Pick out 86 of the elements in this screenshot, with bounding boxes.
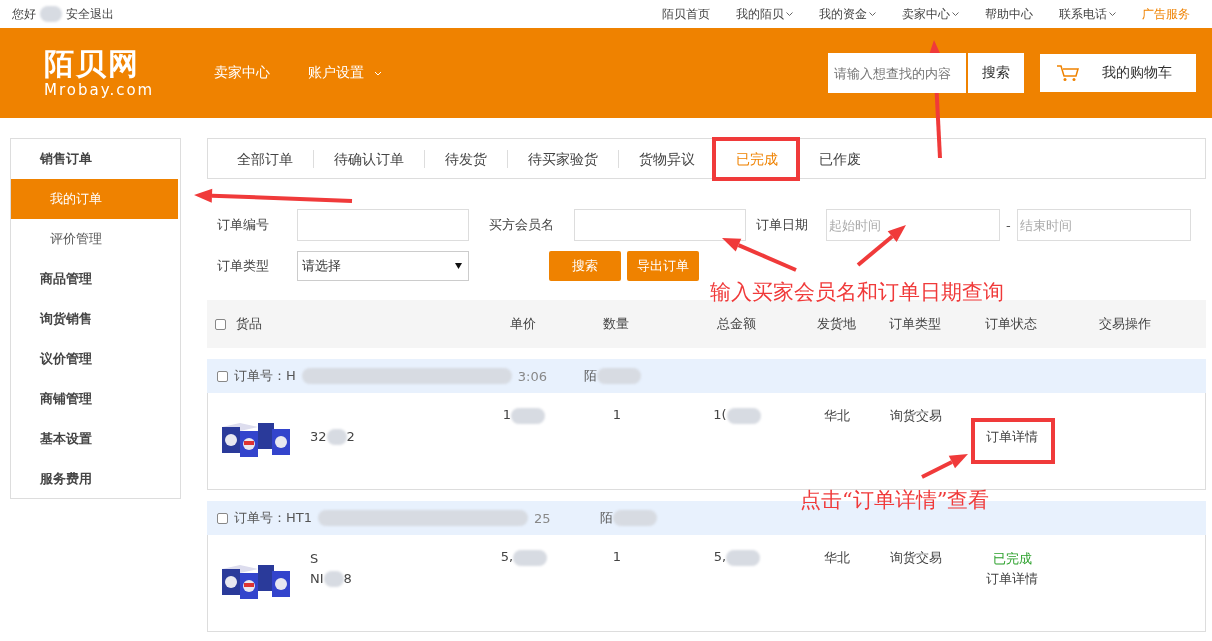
annotation-text: 输入买家会员名和订单日期查询 [710,279,1004,306]
sidebar-item[interactable]: 询货销售 [11,299,180,339]
column-header: 订单状态 [984,315,1038,333]
dropdown-triangle-icon [455,263,462,269]
sidebar-item[interactable]: 销售订单 [11,139,180,179]
order-number: 订单号：HT1 [234,509,312,527]
search-field[interactable]: 请输入想查找的内容 [828,53,966,93]
blurred-patch [326,429,347,445]
blurred-patch [323,571,344,587]
cart-button[interactable]: 我的购物车 [1040,54,1196,92]
date-label: 订单日期 [756,216,809,234]
annotation-text: 点击“订单详情”查看 [800,487,990,514]
unit-price: 1 [502,407,512,422]
checkbox[interactable] [217,512,228,524]
buyer-field[interactable] [574,209,746,241]
tab[interactable]: 待确认订单 [313,149,424,168]
column-header: 总金额 [715,315,757,333]
top-nav-link[interactable]: 我的陌贝 [736,5,793,23]
sidebar-item[interactable]: 基本设置 [11,419,180,459]
sidebar-item[interactable]: 服务费用 [11,459,180,499]
order-time: 3:06 [517,368,548,384]
order-type: 询货交易 [889,549,943,567]
seller-name: 陌 [583,367,597,385]
order-detail-link[interactable]: 订单详情 [986,569,1038,589]
tab[interactable]: 待买家验货 [507,149,618,168]
quantity: 1 [611,407,623,422]
sidebar-item[interactable]: 评价管理 [11,219,180,259]
order-number-label: 订单编号 [217,216,270,234]
column-header: 发货地 [815,315,857,333]
tab[interactable]: 全部订单 [216,149,313,168]
order-type-label: 订单类型 [217,257,270,275]
origin: 华北 [823,549,851,567]
column-header: 交易操作 [1098,315,1152,333]
blurred-patch [726,549,761,566]
product-model: NI [310,570,324,588]
end-date-field[interactable]: 结束时间 [1016,209,1191,241]
blurred-patch [511,407,546,424]
checkbox[interactable] [217,370,228,382]
logo-name: 陌贝网 [44,47,141,81]
seller-name: 陌 [600,509,613,527]
top-nav-link[interactable]: 我的资金 [819,5,876,23]
order-type-select[interactable]: 请选择 [297,251,469,281]
product-model: 8 [343,570,352,588]
cart-icon [1056,64,1080,82]
column-header: 数量 [602,315,630,333]
start-date-field[interactable]: 起始时间 [826,209,1000,241]
blurred-patch [596,368,641,384]
buyer-label: 买方会员名 [489,216,555,234]
blurred-patch [40,6,62,22]
column-header: 订单类型 [888,315,942,333]
sidebar-item[interactable]: 议价管理 [11,339,180,379]
sidebar-item[interactable]: 商品管理 [11,259,180,299]
sidebar-item[interactable]: 商铺管理 [11,379,180,419]
quantity: 1 [611,549,623,564]
logout-link[interactable]: 安全退出 [66,5,114,23]
product-name: S [310,550,320,568]
unit-price: 5, [500,549,514,564]
total-amount: 5, [713,549,727,564]
blurred-patch [613,510,657,526]
order-type: 询货交易 [889,407,943,425]
total-amount: 1( [713,407,727,422]
origin: 华北 [823,407,851,425]
order-detail-link[interactable]: 订单详情 [986,427,1038,447]
tab[interactable]: 已作废 [798,149,881,168]
greeting-text: 您好 [12,5,36,23]
arrow [921,454,968,479]
product-model: 32 [310,428,327,446]
order-time: 25 [534,510,552,526]
column-header: 货品 [235,315,263,333]
logo-domain: Mrobay.com [44,81,156,99]
top-nav-link[interactable]: 帮助中心 [985,5,1033,23]
order-number: 订单号：H [234,367,296,385]
product-model: 2 [346,428,355,446]
order-number-field[interactable] [297,209,469,241]
order-status: 已完成 [992,550,1032,568]
checkbox[interactable] [215,318,226,330]
tab[interactable]: 货物异议 [618,149,715,168]
top-nav-link[interactable]: 陌贝首页 [662,5,710,23]
separator-text: - [1006,217,1011,233]
top-nav-link[interactable]: 联系电话 [1059,5,1116,23]
tab[interactable]: 待发货 [424,149,507,168]
blurred-patch [726,407,761,424]
search-button[interactable]: 搜索 [968,53,1024,93]
blurred-patch [513,549,548,566]
column-header: 单价 [509,315,537,333]
top-nav-link[interactable]: 卖家中心 [902,5,959,23]
